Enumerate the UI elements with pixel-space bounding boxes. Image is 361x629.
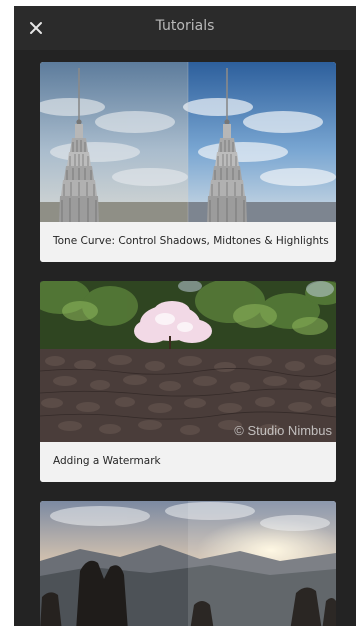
tutorial-card-watermark[interactable]: © Studio Nimbus Adding a Watermark — [40, 281, 336, 482]
header-bar: Tutorials — [14, 6, 356, 50]
tutorial-card-landscape[interactable] — [40, 501, 336, 626]
tutorial-card-tone-curve[interactable]: Tone Curve: Control Shadows, Midtones & … — [40, 62, 336, 262]
tutorial-thumbnail-tower — [40, 62, 336, 222]
tutorial-thumbnail-cherry-blossom: © Studio Nimbus — [40, 281, 336, 442]
watermark-text: © Studio Nimbus — [234, 423, 332, 438]
tutorial-title: Tone Curve: Control Shadows, Midtones & … — [40, 222, 336, 262]
tutorials-screen: Tutorials Tone Curve: Control Shadows, M… — [14, 6, 356, 626]
tutorial-thumbnail-landscape — [40, 501, 336, 626]
page-title: Tutorials — [155, 18, 215, 34]
tutorial-title: Adding a Watermark — [40, 442, 336, 482]
